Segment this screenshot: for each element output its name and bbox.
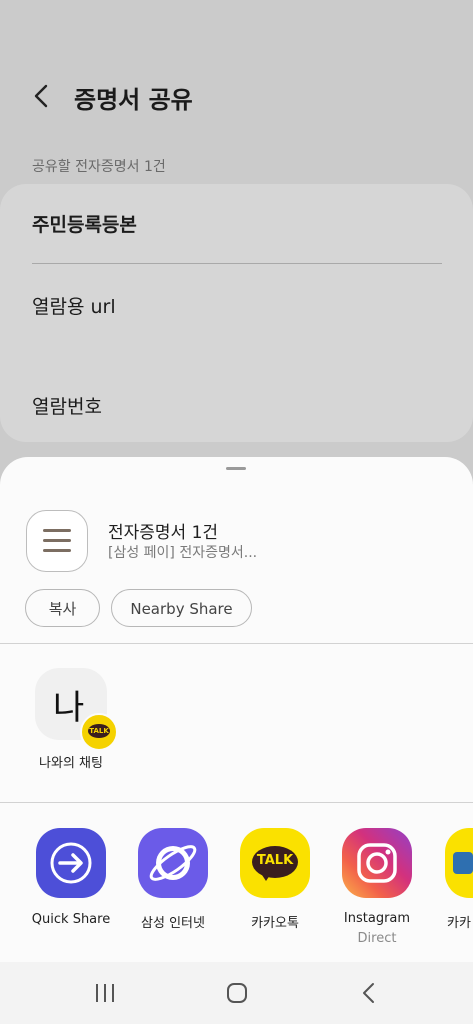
- app-label-samsung-internet: 삼성 인터넷: [141, 916, 205, 931]
- option-view-number[interactable]: 열람번호: [32, 392, 102, 419]
- instagram-icon[interactable]: [342, 828, 412, 898]
- app-label-quick-share: Quick Share: [31, 912, 111, 927]
- document-name: 주민등록등본: [32, 214, 137, 236]
- back-icon[interactable]: [356, 980, 382, 1006]
- app-label-partial: 카카: [447, 916, 471, 931]
- navigation-bar: [0, 962, 473, 1024]
- samsung-internet-icon[interactable]: [138, 828, 208, 898]
- recent-apps-icon[interactable]: [92, 980, 118, 1006]
- document-preview-icon: [26, 510, 88, 572]
- preview-title: 전자증명서 1건: [108, 523, 219, 543]
- divider: [0, 643, 473, 644]
- app-sublabel-instagram: Direct: [357, 931, 397, 946]
- kakaotalk-icon[interactable]: TALK: [240, 828, 310, 898]
- page-title: 증명서 공유: [74, 86, 193, 114]
- kakao-partial-icon[interactable]: [445, 828, 473, 898]
- app-label-instagram: Instagram: [343, 911, 411, 926]
- divider: [0, 802, 473, 803]
- nearby-share-button[interactable]: Nearby Share: [111, 589, 252, 627]
- back-chevron-icon[interactable]: [30, 80, 54, 112]
- divider: [32, 263, 442, 264]
- option-view-url[interactable]: 열람용 url: [32, 292, 116, 319]
- home-icon[interactable]: [224, 980, 250, 1006]
- certificate-card: 주민등록등본 열람용 url 열람번호: [0, 184, 473, 442]
- direct-share-label: 나와의 채팅: [39, 756, 103, 771]
- quick-share-icon[interactable]: [36, 828, 106, 898]
- sheet-handle[interactable]: [226, 467, 246, 470]
- kakaotalk-badge-icon: TALK: [80, 713, 118, 751]
- app-label-kakaotalk: 카카오톡: [251, 916, 299, 931]
- copy-button[interactable]: 복사: [25, 589, 100, 627]
- preview-subtitle: [삼성 페이] 전자증명서...: [108, 545, 258, 561]
- section-label: 공유할 전자증명서 1건: [32, 159, 166, 175]
